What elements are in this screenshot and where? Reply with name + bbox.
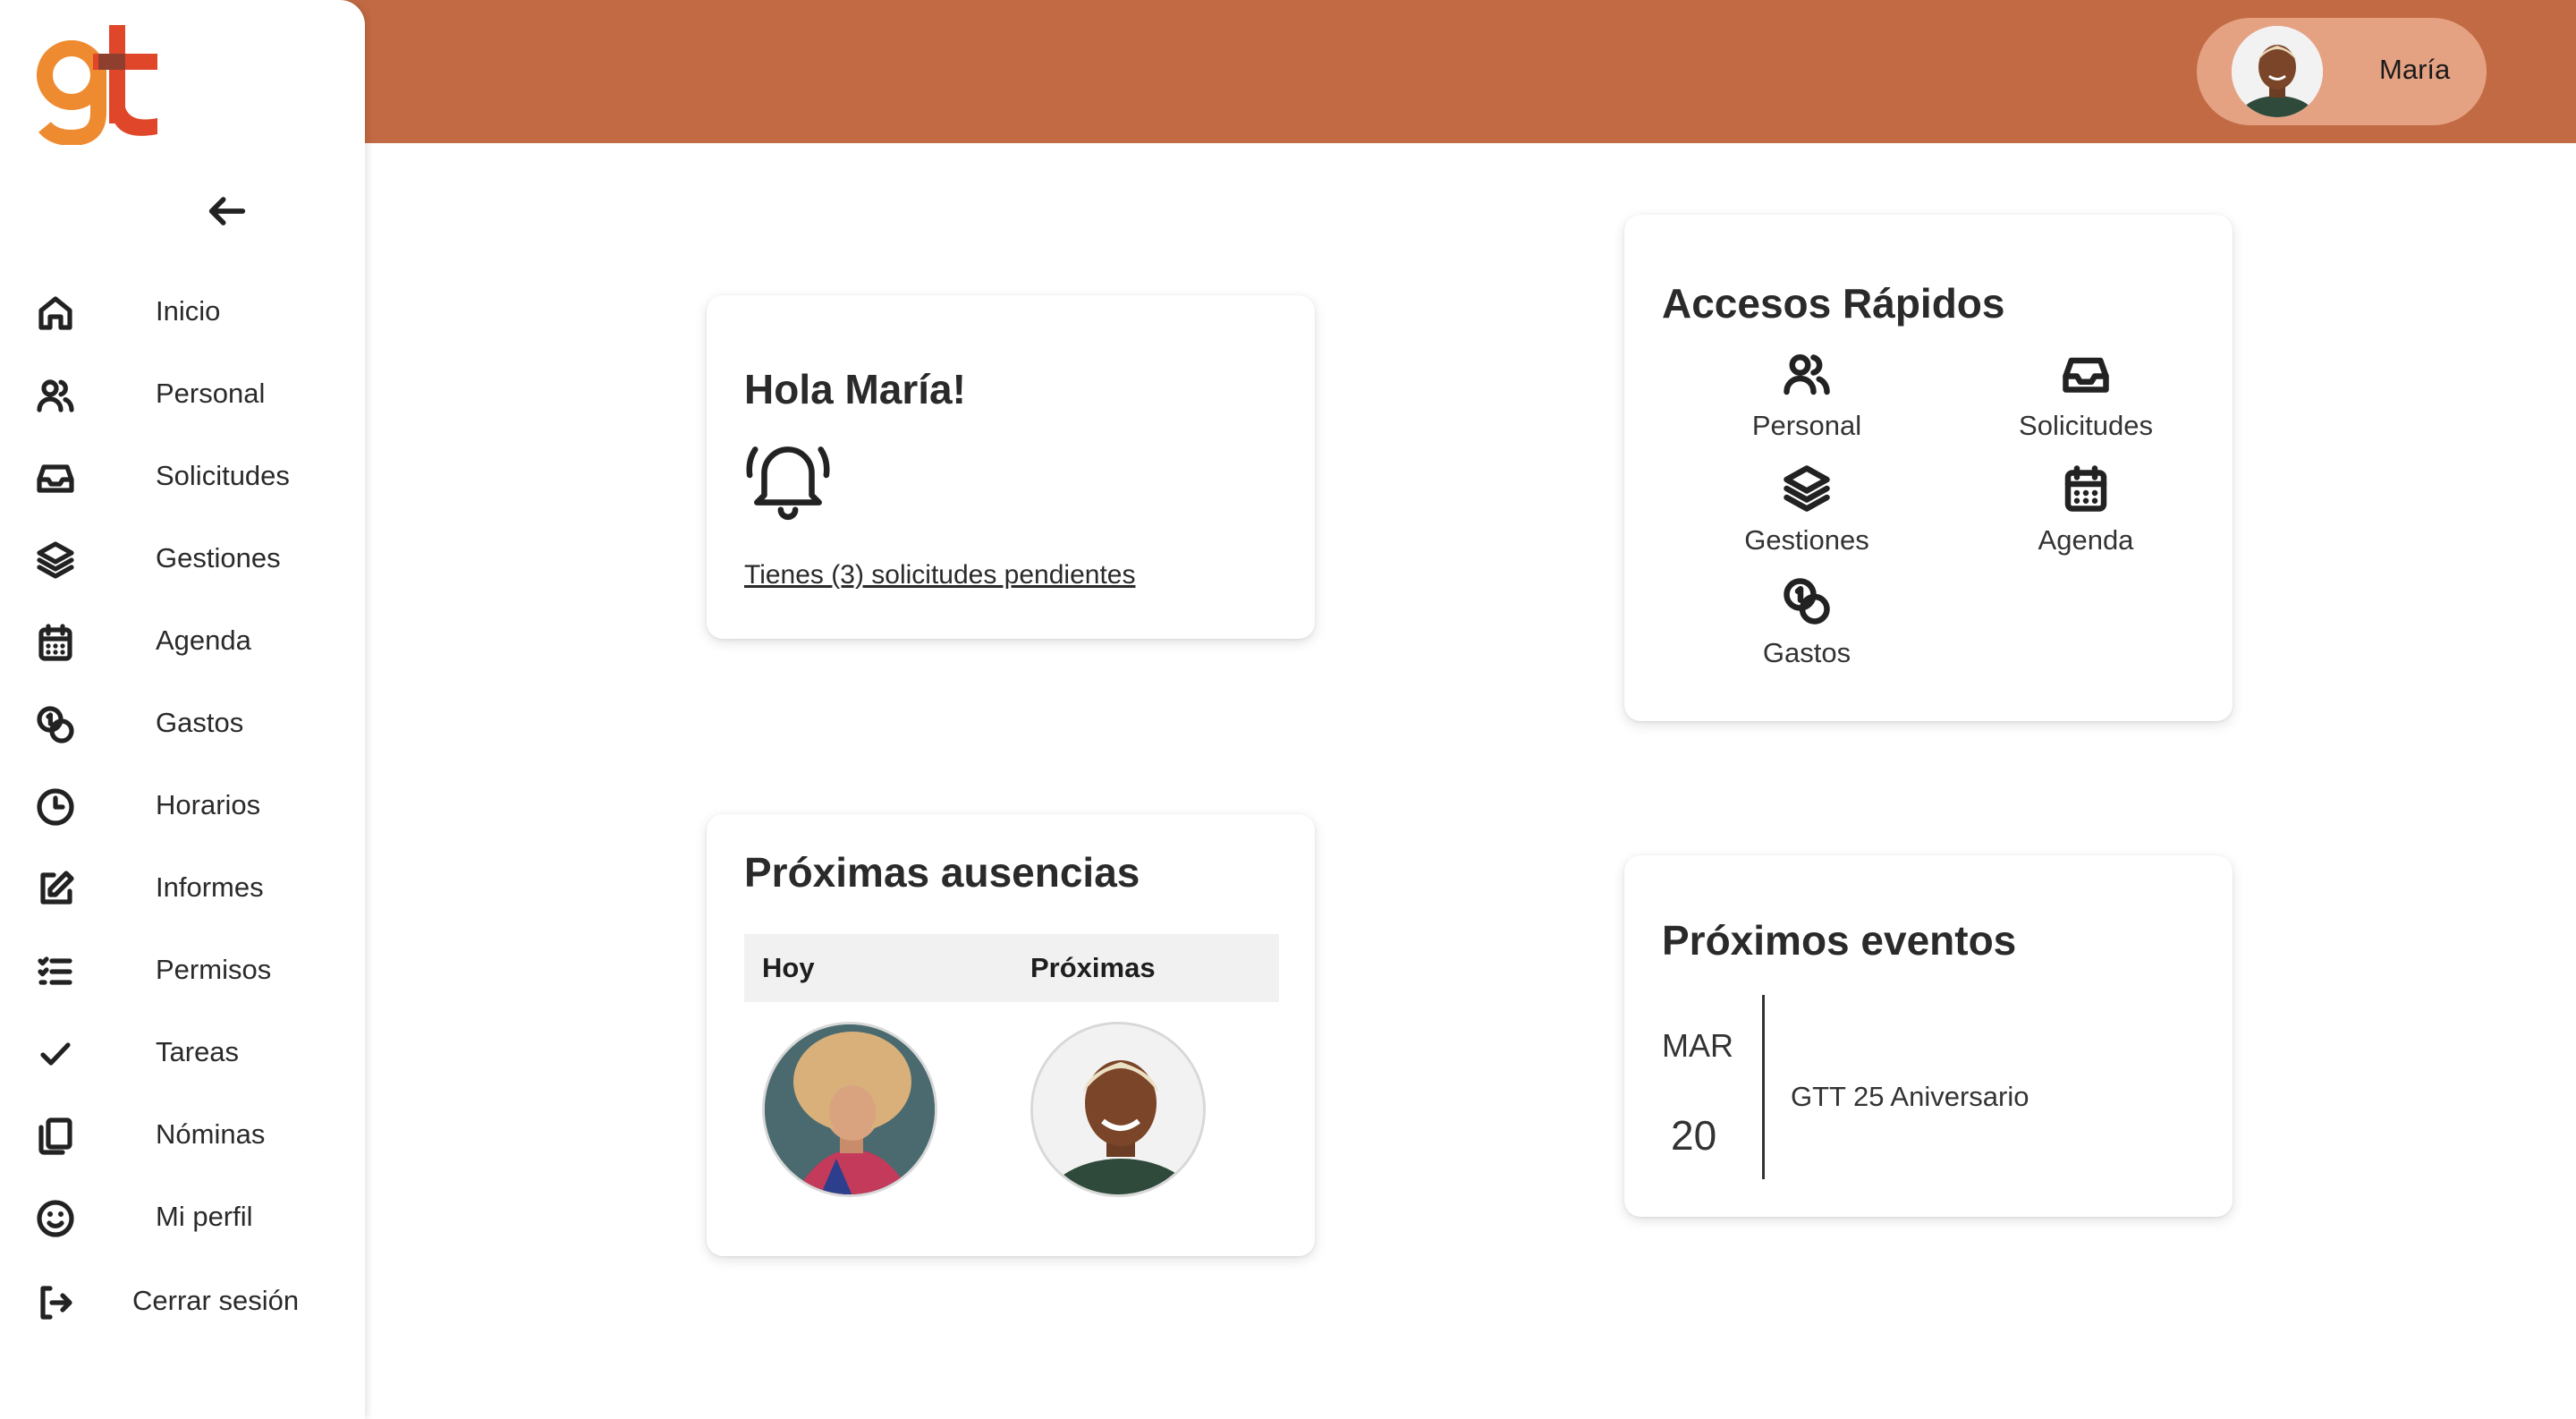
sidebar-item-label: Cerrar sesión [132, 1285, 300, 1316]
event-name[interactable]: GTT 25 Aniversario [1791, 1081, 2029, 1113]
absences-title: Próximas ausencias [744, 849, 1140, 896]
sidebar-item-inicio[interactable]: Inicio [0, 276, 365, 347]
check-icon [40, 1042, 71, 1066]
sidebar-item-solicitudes[interactable]: Solicitudes [0, 440, 365, 512]
bell-icon [746, 446, 830, 521]
welcome-title: Hola María! [744, 366, 966, 412]
inbox-icon [37, 464, 74, 493]
sidebar-item-label: Tareas [156, 1036, 240, 1067]
sidebar-item-label: Inicio [156, 295, 221, 327]
quick-access-label: Personal [1751, 410, 1862, 441]
sidebar-item-horarios[interactable]: Horarios [0, 769, 365, 841]
absences-table-header: Hoy Próximas [744, 934, 1279, 1002]
edit-icon [40, 871, 74, 905]
collapse-sidebar-button[interactable] [204, 188, 250, 234]
top-header-bar: María [0, 0, 2576, 143]
quick-access-label: Gastos [1762, 637, 1852, 668]
sidebar-item-permisos[interactable]: Permisos [0, 934, 365, 1006]
clock-icon [37, 788, 74, 826]
quick-access-gestiones[interactable]: Gestiones [1708, 462, 1905, 569]
upcoming-events-card: Próximos eventos MAR 20 GTT 25 Aniversar… [1624, 855, 2233, 1217]
sidebar-item-label: Gestiones [156, 542, 281, 574]
inbox-icon [2063, 357, 2109, 393]
quick-access-label: Gestiones [1744, 524, 1869, 556]
upcoming-absences-card: Próximas ausencias Hoy Próximas [707, 814, 1315, 1256]
arrow-left-icon [208, 197, 246, 225]
quick-access-personal[interactable]: Personal [1708, 347, 1905, 455]
sidebar-item-mi-perfil[interactable]: Mi perfil [0, 1181, 365, 1253]
quick-access-label: Solicitudes [2019, 410, 2153, 441]
sidebar-item-label: Personal [156, 378, 266, 409]
calendar-icon [2064, 465, 2107, 512]
calendar-icon [38, 624, 72, 661]
quick-access-label: Agenda [2038, 524, 2134, 556]
quick-access-title: Accesos Rápidos [1662, 280, 2005, 327]
column-header-hoy: Hoy [762, 952, 815, 983]
layers-icon [1784, 465, 1830, 512]
event-month: MAR [1662, 1027, 1733, 1064]
sidebar-item-agenda[interactable]: Agenda [0, 605, 365, 676]
home-icon [38, 296, 72, 330]
users-icon [1784, 354, 1830, 395]
user-avatar [2232, 26, 2323, 117]
sidebar: Inicio Personal Solicitudes Gestiones Ag… [0, 0, 365, 1419]
list-check-icon [38, 956, 72, 985]
sidebar-item-label: Informes [156, 871, 264, 903]
sidebar-item-gestiones[interactable]: Gestiones [0, 523, 365, 594]
sidebar-item-label: Permisos [156, 954, 272, 985]
sidebar-item-label: Horarios [156, 789, 261, 820]
logout-icon [40, 1286, 72, 1320]
pending-requests-link[interactable]: Tienes (3) solicitudes pendientes [744, 560, 1135, 591]
sidebar-item-cerrar-sesion[interactable]: Cerrar sesión [0, 1265, 365, 1337]
event-divider [1762, 995, 1765, 1179]
sidebar-item-label: Nóminas [156, 1118, 266, 1150]
users-icon [37, 379, 74, 412]
sidebar-item-informes[interactable]: Informes [0, 852, 365, 923]
absence-today-avatar[interactable] [762, 1022, 937, 1197]
coins-icon [37, 706, 74, 743]
events-title: Próximos eventos [1662, 917, 2017, 964]
brand-logo[interactable] [30, 20, 174, 147]
sidebar-item-tareas[interactable]: Tareas [0, 1016, 365, 1088]
sidebar-item-label: Agenda [156, 625, 251, 656]
sidebar-item-nominas[interactable]: Nóminas [0, 1099, 365, 1170]
smile-icon [37, 1200, 74, 1237]
sidebar-item-personal[interactable]: Personal [0, 358, 365, 429]
quick-access-agenda[interactable]: Agenda [1987, 462, 2184, 569]
welcome-card: Hola María! Tienes (3) solicitudes pendi… [707, 295, 1315, 639]
sidebar-item-label: Gastos [156, 707, 244, 738]
sidebar-item-label: Solicitudes [156, 460, 290, 491]
sidebar-item-label: Mi perfil [156, 1201, 253, 1232]
absence-upcoming-avatar[interactable] [1030, 1022, 1206, 1197]
event-day: 20 [1671, 1112, 1717, 1159]
quick-access-solicitudes[interactable]: Solicitudes [1987, 347, 2184, 455]
user-name: María [2379, 54, 2451, 85]
quick-access-card: Accesos Rápidos Personal Solicitudes Ges… [1624, 215, 2233, 721]
coins-icon [1784, 578, 1830, 625]
layers-icon [37, 541, 74, 579]
quick-access-gastos[interactable]: Gastos [1708, 574, 1905, 682]
column-header-proximas: Próximas [1030, 952, 1156, 983]
sidebar-item-gastos[interactable]: Gastos [0, 687, 365, 759]
user-menu-button[interactable]: María [2197, 18, 2487, 125]
copy-icon [38, 1117, 72, 1155]
